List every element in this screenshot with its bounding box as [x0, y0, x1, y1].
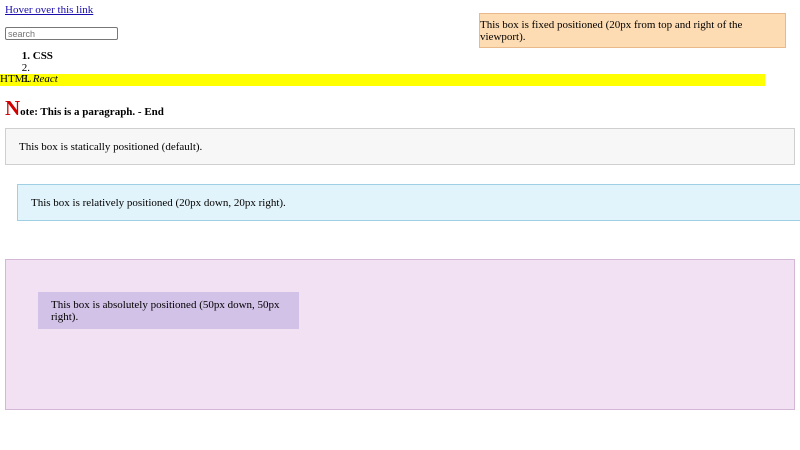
hover-link[interactable]: Hover over this link	[5, 4, 93, 16]
static-box: This box is statically positioned (defau…	[5, 128, 795, 165]
relative-box: This box is relatively positioned (20px …	[17, 184, 800, 221]
paragraph-text: ote: This is a paragraph. - End	[20, 106, 164, 118]
ordered-list: 1. CSS 2. HTML 3. React	[0, 50, 795, 86]
search-input[interactable]	[5, 27, 118, 40]
absolute-box-text: This box is absolutely positioned (50px …	[51, 298, 280, 323]
note-paragraph: Note: This is a paragraph. - End	[5, 96, 164, 121]
list-item-label: HTML	[0, 73, 765, 86]
absolute-container: This box is absolutely positioned (50px …	[5, 259, 795, 410]
fixed-box-text: This box is fixed positioned (20px from …	[480, 18, 743, 43]
static-box-text: This box is statically positioned (defau…	[19, 140, 203, 153]
fixed-box: This box is fixed positioned (20px from …	[479, 13, 786, 48]
list-item: 2. HTML	[0, 62, 795, 86]
list-item-label: CSS	[32, 50, 53, 62]
list-item-label: React	[32, 73, 58, 85]
absolute-box: This box is absolutely positioned (50px …	[38, 292, 299, 329]
relative-box-text: This box is relatively positioned (20px …	[31, 196, 286, 209]
list-item: 1. CSS	[21, 50, 53, 62]
dropcap-letter: N	[5, 96, 21, 120]
